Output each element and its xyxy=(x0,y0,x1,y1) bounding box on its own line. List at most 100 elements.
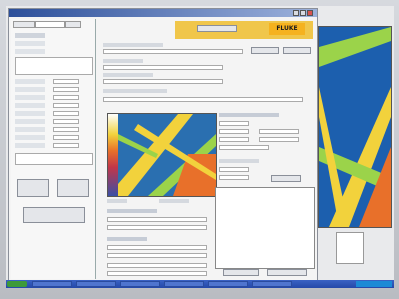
row-label xyxy=(15,49,45,54)
minimize-icon[interactable] xyxy=(293,10,299,16)
param-row xyxy=(15,95,91,101)
apply-button[interactable] xyxy=(271,175,301,182)
left-row xyxy=(15,49,91,55)
param-row xyxy=(15,127,91,133)
left-textbox[interactable] xyxy=(15,57,93,75)
section-heading xyxy=(107,237,147,241)
text-field[interactable] xyxy=(107,271,207,276)
add-image-button[interactable] xyxy=(23,207,85,223)
taskbar-item[interactable] xyxy=(120,281,160,287)
taskbar-item[interactable] xyxy=(252,281,292,287)
left-row xyxy=(15,41,91,47)
text-field[interactable] xyxy=(219,167,249,172)
taskbar-item[interactable] xyxy=(164,281,204,287)
label-line xyxy=(159,199,189,203)
param-field[interactable] xyxy=(53,119,79,124)
param-label xyxy=(15,103,45,108)
label-line xyxy=(103,73,153,77)
thermal-pattern-large xyxy=(319,27,391,227)
section-heading xyxy=(103,43,163,47)
param-field[interactable] xyxy=(53,103,79,108)
param-row xyxy=(15,103,91,109)
thermal-image[interactable] xyxy=(107,113,217,197)
label-line xyxy=(103,59,143,63)
thermal-image-large[interactable] xyxy=(318,26,392,228)
text-field[interactable] xyxy=(107,245,207,250)
param-row xyxy=(15,143,91,149)
text-field[interactable] xyxy=(107,217,207,222)
param-field[interactable] xyxy=(53,95,79,100)
param-row xyxy=(15,119,91,125)
thermal-pattern xyxy=(118,114,216,196)
param-label xyxy=(15,119,45,124)
param-label xyxy=(15,87,45,92)
param-field[interactable] xyxy=(53,79,79,84)
param-label xyxy=(15,111,45,116)
left-notes-field[interactable] xyxy=(15,153,93,165)
row-label xyxy=(15,41,45,46)
param-label xyxy=(15,135,45,140)
param-row xyxy=(15,87,91,93)
close-icon[interactable] xyxy=(307,10,313,16)
param-row xyxy=(15,111,91,117)
panel-heading xyxy=(219,113,279,117)
param-field[interactable] xyxy=(53,127,79,132)
option-button[interactable] xyxy=(283,47,311,54)
start-button[interactable] xyxy=(7,281,27,287)
param-row xyxy=(15,135,91,141)
header-button[interactable] xyxy=(197,25,237,32)
text-field[interactable] xyxy=(103,65,223,70)
text-field[interactable] xyxy=(219,129,249,134)
taskbar xyxy=(6,280,394,288)
text-field[interactable] xyxy=(107,225,207,230)
tab-1[interactable] xyxy=(13,21,35,28)
notes-box[interactable] xyxy=(215,187,315,269)
text-field[interactable] xyxy=(103,49,243,54)
text-field[interactable] xyxy=(107,263,207,268)
maximize-icon[interactable] xyxy=(300,10,306,16)
param-label xyxy=(15,143,45,148)
temperature-scale xyxy=(108,114,118,196)
text-field[interactable] xyxy=(107,253,207,258)
text-field[interactable] xyxy=(219,175,249,180)
text-field[interactable] xyxy=(219,121,249,126)
app-window: FLUKE xyxy=(8,8,318,282)
label-line xyxy=(107,199,127,203)
taskbar-item[interactable] xyxy=(208,281,248,287)
right-action-button[interactable] xyxy=(57,179,89,197)
option-button[interactable] xyxy=(251,47,279,54)
param-row xyxy=(15,79,91,85)
window-titlebar xyxy=(9,9,317,17)
device-thumbnail xyxy=(336,232,364,264)
section-heading xyxy=(107,209,157,213)
text-field[interactable] xyxy=(219,145,269,150)
main-panel: FLUKE xyxy=(99,19,315,281)
bottom-button[interactable] xyxy=(223,269,259,276)
left-row xyxy=(15,33,91,39)
bottom-button[interactable] xyxy=(267,269,307,276)
param-field[interactable] xyxy=(53,135,79,140)
param-field[interactable] xyxy=(53,87,79,92)
text-field[interactable] xyxy=(259,137,299,142)
param-field[interactable] xyxy=(53,143,79,148)
taskbar-item[interactable] xyxy=(32,281,72,287)
param-field[interactable] xyxy=(53,111,79,116)
taskbar-item[interactable] xyxy=(76,281,116,287)
param-label xyxy=(15,79,45,84)
tab-3[interactable] xyxy=(65,21,81,28)
label-line xyxy=(219,159,259,163)
left-action-button[interactable] xyxy=(17,179,49,197)
param-label xyxy=(15,95,45,100)
screen: FLUKE xyxy=(6,6,394,288)
text-field[interactable] xyxy=(103,79,223,84)
param-label xyxy=(15,127,45,132)
text-field[interactable] xyxy=(103,97,303,102)
fluke-logo: FLUKE xyxy=(269,23,305,35)
left-panel xyxy=(11,19,96,279)
system-tray xyxy=(356,281,392,287)
text-field[interactable] xyxy=(219,137,249,142)
tab-2[interactable] xyxy=(35,21,65,28)
row-label xyxy=(15,33,45,38)
text-field[interactable] xyxy=(259,129,299,134)
label-line xyxy=(103,89,167,93)
